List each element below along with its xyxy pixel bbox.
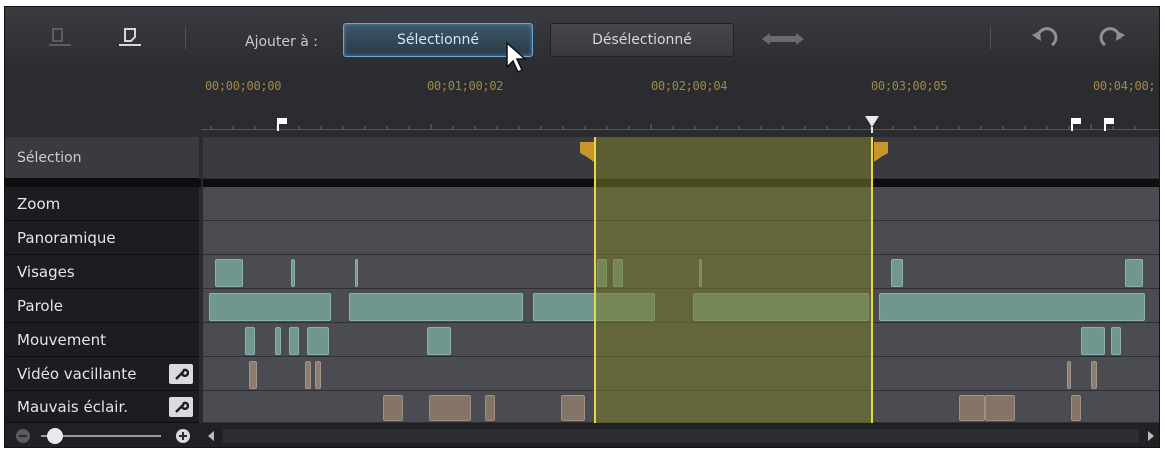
motion-segment[interactable] (307, 327, 329, 355)
selection-end-edge[interactable] (871, 137, 873, 423)
bottom-bar (5, 423, 1159, 447)
zoom-slider-knob[interactable] (47, 428, 63, 444)
face-segment[interactable] (891, 259, 903, 287)
poor-light-segment[interactable] (1071, 395, 1081, 421)
poor-light-segment[interactable] (959, 395, 985, 421)
selection-start-handle-icon[interactable] (579, 141, 595, 163)
shaky-segment[interactable] (315, 361, 321, 389)
marker-out-icon[interactable] (115, 25, 145, 51)
face-segment[interactable] (355, 259, 358, 287)
wrench-icon[interactable] (169, 364, 193, 384)
motion-segment[interactable] (245, 327, 255, 355)
timeline-ruler[interactable]: 00;00;00;00 00;01;00;02 00;02;00;04 00;0… (201, 69, 1159, 137)
deselected-button-label: Désélectionné (592, 32, 692, 48)
selection-start-edge[interactable] (594, 137, 596, 423)
shaky-segment[interactable] (305, 361, 311, 389)
speech-segment[interactable] (209, 293, 331, 321)
flag-marker-icon[interactable] (1104, 117, 1116, 131)
poor-light-segment[interactable] (561, 395, 585, 421)
shaky-segment[interactable] (1091, 361, 1097, 389)
motion-segment[interactable] (275, 327, 281, 355)
track-label-motion: Mouvement (5, 323, 199, 357)
timecode-label: 00;01;00;02 (427, 79, 504, 93)
wrench-icon[interactable] (169, 397, 193, 417)
motion-segment[interactable] (427, 327, 451, 355)
timecode-label: 00;04;00; (1093, 79, 1156, 93)
track-label-faces: Visages (5, 255, 199, 289)
redo-icon[interactable] (1097, 25, 1127, 51)
track-label-poor-light: Mauvais éclair. (5, 391, 199, 423)
track-editor-window: Ajouter à : Sélectionné Désélectionné 00… (4, 6, 1160, 448)
zoom-in-icon[interactable] (175, 428, 191, 444)
selection-end-handle-icon[interactable] (873, 141, 889, 163)
track-label-zoom: Zoom (5, 187, 199, 221)
selection-region[interactable] (595, 137, 872, 423)
track-label-text: Mouvement (17, 330, 106, 349)
track-label-shaky: Vidéo vacillante (5, 357, 199, 391)
shaky-segment[interactable] (1067, 361, 1071, 389)
timecode-label: 00;00;00;00 (205, 79, 282, 93)
ruler-baseline (201, 129, 1159, 130)
motion-segment[interactable] (1111, 327, 1121, 355)
poor-light-segment[interactable] (383, 395, 403, 421)
add-to-label: Ajouter à : (245, 34, 318, 50)
playhead-icon[interactable] (864, 115, 880, 133)
timecode-label: 00;03;00;05 (871, 79, 948, 93)
marker-in-icon[interactable] (45, 25, 75, 51)
timecode-label: 00;02;00;04 (651, 79, 728, 93)
track-label-text: Visages (17, 262, 75, 281)
track-label-speech: Parole (5, 289, 199, 323)
scroll-right-icon[interactable] (1145, 430, 1157, 442)
track-area[interactable] (203, 137, 1159, 423)
ruler-ticks (210, 124, 1136, 130)
poor-light-segment[interactable] (429, 395, 471, 421)
zoom-out-icon[interactable] (15, 428, 31, 444)
track-label-text: Sélection (17, 149, 82, 166)
scroll-left-icon[interactable] (205, 430, 217, 442)
face-segment[interactable] (291, 259, 295, 287)
track-label-text: Vidéo vacillante (17, 364, 137, 383)
toolbar: Ajouter à : Sélectionné Désélectionné (5, 7, 1159, 74)
divider (5, 179, 201, 187)
horizontal-scrollbar[interactable] (223, 429, 1139, 443)
shaky-segment[interactable] (249, 361, 257, 389)
selected-button-label: Sélectionné (396, 32, 479, 48)
flag-marker-icon[interactable] (277, 117, 289, 131)
speech-segment[interactable] (349, 293, 523, 321)
track-label-pan: Panoramique (5, 221, 199, 255)
track-label-text: Parole (17, 296, 63, 315)
deselected-button[interactable]: Désélectionné (550, 23, 734, 57)
track-label-selection: Sélection (5, 137, 199, 179)
swap-arrows-icon[interactable] (760, 32, 806, 46)
poor-light-segment[interactable] (485, 395, 495, 421)
speech-segment[interactable] (879, 293, 1145, 321)
undo-icon[interactable] (1030, 25, 1060, 51)
toolbar-separator (990, 27, 991, 49)
flag-marker-icon[interactable] (1071, 117, 1083, 131)
track-label-text: Zoom (17, 194, 61, 213)
face-segment[interactable] (215, 259, 243, 287)
motion-segment[interactable] (1081, 327, 1105, 355)
face-segment[interactable] (1125, 259, 1143, 287)
toolbar-separator (185, 27, 186, 49)
poor-light-segment[interactable] (985, 395, 1015, 421)
motion-segment[interactable] (289, 327, 299, 355)
track-label-text: Mauvais éclair. (17, 397, 129, 416)
track-label-text: Panoramique (17, 228, 116, 247)
